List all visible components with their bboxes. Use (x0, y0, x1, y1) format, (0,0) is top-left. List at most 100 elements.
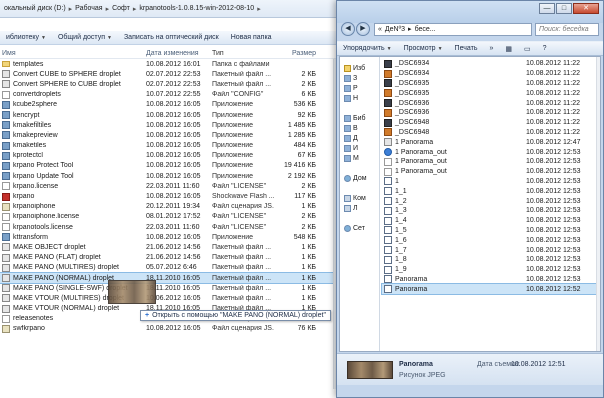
tree-item[interactable]: Ком (344, 195, 366, 202)
view-options-icon[interactable]: ▦ (499, 45, 518, 53)
file-row[interactable]: _DSC6934 10.08.2012 11:22 (382, 69, 596, 79)
file-row[interactable]: Panorama 10.08.2012 12:52 (381, 283, 597, 296)
title-bar[interactable]: — □ ✕ (337, 1, 603, 23)
breadcrumb-desktop[interactable]: Рабочая (75, 5, 102, 12)
file-row[interactable]: _DSC6948 10.08.2012 11:22 (382, 118, 596, 128)
breadcrumb-overflow[interactable]: « (378, 26, 382, 33)
print-button[interactable]: Печать (449, 45, 484, 52)
file-row[interactable]: 1 10.08.2012 12:53 (382, 177, 596, 187)
minimize-button[interactable]: — (539, 3, 555, 14)
file-row[interactable]: 1_9 10.08.2012 12:53 (382, 265, 596, 275)
maximize-button[interactable]: □ (556, 3, 572, 14)
organize-button[interactable]: Упорядочить ▼ (337, 45, 398, 52)
file-row[interactable]: krpano.license 22.03.2011 11:60 Файл "LICE… (0, 181, 340, 191)
file-row[interactable]: MAKE PANO (NORMAL) droplet 18.11.2010 16:… (0, 271, 340, 285)
burn-button[interactable]: Записать на оптический диск (118, 34, 225, 41)
tree-item[interactable]: Дом (344, 175, 367, 182)
file-row[interactable]: kmaketiles 10.08.2012 16:05 Приложение 484 … (0, 141, 340, 151)
file-row[interactable]: 1 Panorama_out 10.08.2012 12:53 (382, 167, 596, 177)
forward-arrow-icon[interactable]: ▶ (356, 22, 370, 36)
app-file-icon (2, 111, 10, 120)
back-arrow-icon[interactable]: ◀ (341, 22, 355, 36)
file-row[interactable]: Convert SPHERE to CUBE droplet 02.07.2012… (0, 79, 340, 89)
file-row[interactable]: MAKE PANO (FLAT) droplet 21.06.2012 14:56… (0, 253, 340, 263)
tree-item[interactable]: Р (344, 85, 358, 92)
breadcrumb-soft[interactable]: Софт (112, 5, 130, 12)
file-row[interactable]: MAKE VTOUR (MULTIRES) droplet 10.06.2012 … (0, 293, 340, 303)
search-input[interactable]: Поиск: беседка (535, 22, 599, 36)
file-row[interactable]: _DSC6936 10.08.2012 11:22 (382, 108, 596, 118)
file-row[interactable]: krpano 10.08.2012 16:05 Shockwave Flash ..… (0, 191, 340, 201)
breadcrumb-folder[interactable]: krpanotools-1.0.8.15-win-2012-08-10 (139, 5, 254, 12)
tree-item[interactable]: Н (344, 95, 358, 102)
file-row[interactable]: kencrypt 10.08.2012 16:05 Приложение 92 КБ (0, 110, 340, 120)
file-row[interactable]: 1 Panorama 10.08.2012 12:47 (382, 137, 596, 147)
file-row[interactable]: MAKE OBJECT droplet 21.06.2012 14:56 Пакет… (0, 242, 340, 252)
file-row[interactable]: Panorama 10.08.2012 12:53 (382, 275, 596, 285)
column-header-size[interactable]: Размер (278, 50, 316, 57)
right-explorer-window: — □ ✕ ◀ ▶ « ДеNº3 ▸ бесе... Поиск: бесед… (336, 0, 604, 398)
share-button[interactable]: Общий доступ ▼ (52, 34, 118, 41)
vertical-scrollbar[interactable] (596, 57, 600, 351)
new-folder-button[interactable]: Новая папка (225, 34, 278, 41)
preview-pane-icon[interactable]: ▭ (518, 45, 537, 53)
file-row[interactable]: 1_4 10.08.2012 12:53 (382, 216, 596, 226)
file-row[interactable]: convertdroplets 10.07.2012 22:55 Файл "CON… (0, 90, 340, 100)
tree-item[interactable]: В (344, 125, 358, 132)
file-row[interactable]: 1_6 10.08.2012 12:53 (382, 235, 596, 245)
tree-item[interactable]: Биб (344, 115, 366, 122)
doc-file-icon (2, 223, 10, 232)
file-row[interactable]: _DSC6935 10.08.2012 11:22 (382, 79, 596, 89)
close-button[interactable]: ✕ (573, 3, 599, 14)
breadcrumb-folder-1[interactable]: ДеNº3 (385, 26, 405, 33)
tree-item[interactable]: Д (344, 135, 358, 142)
file-row[interactable]: 1_3 10.08.2012 12:53 (382, 206, 596, 216)
file-row[interactable]: 1_8 10.08.2012 12:53 (382, 255, 596, 265)
file-row[interactable]: kprotectcl 10.08.2012 16:05 Приложение 67 К… (0, 151, 340, 161)
column-header-type[interactable]: Тип (212, 50, 274, 57)
address-bar[interactable]: окальный диск (D:) ▸ Рабочая ▸ Софт ▸ kr… (0, 0, 340, 18)
tree-item[interactable]: Л (344, 205, 358, 212)
tree-item[interactable]: И (344, 145, 358, 152)
file-row[interactable]: _DSC6934 10.08.2012 11:22 (382, 59, 596, 69)
file-row[interactable]: _DSC6936 10.08.2012 11:22 (382, 98, 596, 108)
file-row[interactable]: 1_2 10.08.2012 12:53 (382, 196, 596, 206)
file-row[interactable]: kmakefiltiles 10.08.2012 16:05 Приложение 1… (0, 120, 340, 130)
file-row[interactable]: krpano Update Tool 10.08.2012 16:05 Прилож… (0, 171, 340, 181)
file-row[interactable]: _DSC6948 10.08.2012 11:22 (382, 128, 596, 138)
file-row[interactable]: kmakepreview 10.08.2012 16:05 Приложение 1 … (0, 130, 340, 140)
tree-item[interactable]: М (344, 155, 359, 162)
file-row[interactable]: 1 Panorama_out 10.08.2012 12:53 (382, 147, 596, 157)
file-row[interactable]: 1_1 10.08.2012 12:53 (382, 186, 596, 196)
column-header-name[interactable]: Имя (2, 50, 142, 57)
file-row[interactable]: MAKE PANO (MULTIRES) droplet 05.07.2012 6… (0, 263, 340, 273)
file-row[interactable]: templates 10.08.2012 16:01 Папка с файлами (0, 59, 340, 69)
help-icon[interactable]: ? (537, 45, 553, 52)
file-row[interactable]: krpanoiphone.license 08.01.2012 17:52 Файл… (0, 212, 340, 222)
lib-icon (344, 115, 351, 122)
file-row[interactable]: 1_7 10.08.2012 12:53 (382, 245, 596, 255)
library-button[interactable]: иблиотеку ▼ (0, 34, 52, 41)
view-button[interactable]: Просмотр ▼ (398, 45, 449, 52)
column-header-date[interactable]: Дата изменения (146, 50, 208, 57)
file-row[interactable]: krpanotools.license 22.03.2011 11:60 Файл … (0, 222, 340, 232)
file-row[interactable]: Convert CUBE to SPHERE droplet 02.07.2012… (0, 69, 340, 79)
breadcrumb-folder-2[interactable]: бесе... (415, 26, 436, 33)
tree-item[interactable]: Изб (344, 65, 365, 72)
file-row[interactable]: 1 Panorama_out 10.08.2012 12:53 (382, 157, 596, 167)
file-row[interactable]: krpanoiphone 20.12.2011 19:34 Файл сценари… (0, 202, 340, 212)
tree-item[interactable]: Сет (344, 225, 365, 232)
more-options-icon[interactable]: » (483, 45, 499, 52)
file-row[interactable]: _DSC6935 10.08.2012 11:22 (382, 88, 596, 98)
tree-item[interactable]: З (344, 75, 357, 82)
file-row[interactable]: krpano Protect Tool 10.08.2012 16:05 Прило… (0, 161, 340, 171)
file-row[interactable]: kcube2sphere 10.08.2012 16:05 Приложение 53… (0, 100, 340, 110)
breadcrumb-drive[interactable]: окальный диск (D:) (4, 5, 66, 12)
address-bar[interactable]: « ДеNº3 ▸ бесе... (374, 22, 532, 36)
file-row[interactable]: MAKE PANO (SINGLE-SWF) droplet 18.11.2010… (0, 283, 340, 293)
file-row[interactable]: 1_5 10.08.2012 12:53 (382, 226, 596, 236)
pano-file-icon (384, 285, 392, 294)
file-row[interactable]: swfkrpano 10.08.2012 16:05 Файл сценария J… (0, 324, 340, 334)
file-row[interactable]: kttransform 10.08.2012 16:05 Приложение 548… (0, 232, 340, 242)
file-size: 19 416 КБ (283, 162, 316, 170)
